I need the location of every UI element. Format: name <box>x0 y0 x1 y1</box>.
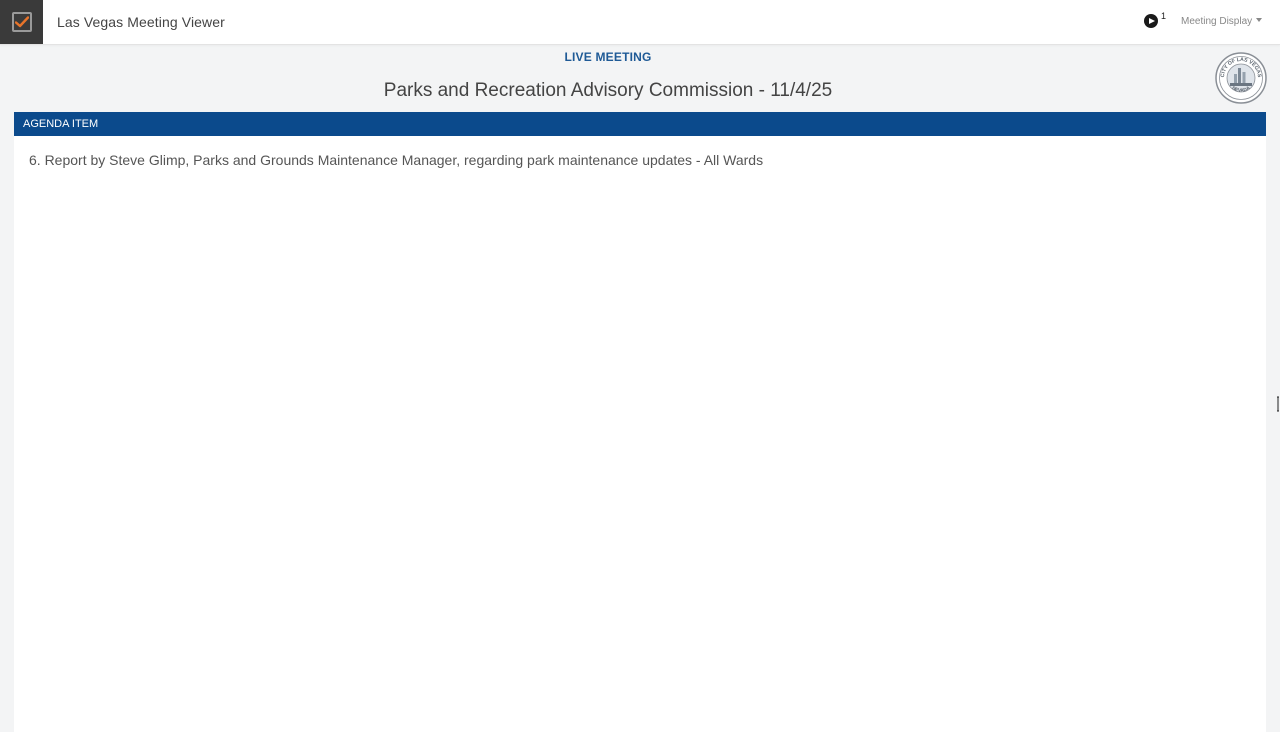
agenda-item-text: 6. Report by Steve Glimp, Parks and Grou… <box>29 152 764 168</box>
top-bar: Las Vegas Meeting Viewer 1 Meeting Displ… <box>0 0 1280 45</box>
caret-down-icon <box>1256 18 1263 23</box>
live-meetings-button[interactable]: 1 <box>1144 11 1170 31</box>
live-meeting-label: LIVE MEETING <box>564 50 652 64</box>
check-box-icon <box>11 12 32 32</box>
meeting-display-label: Meeting Display <box>1181 16 1253 27</box>
app-logo[interactable] <box>0 0 43 44</box>
agenda-item-header: AGENDA ITEM <box>14 112 1266 136</box>
play-circle-icon <box>1144 14 1158 28</box>
app-title: Las Vegas Meeting Viewer <box>57 14 225 30</box>
text-cursor-icon <box>1277 396 1279 412</box>
checkmark-icon <box>14 16 29 28</box>
live-count-badge: 1 <box>1161 11 1167 21</box>
city-seal-logo: CITY OF LAS VEGAS NEVADA <box>1215 52 1267 104</box>
agenda-panel: AGENDA ITEM 6. Report by Steve Glimp, Pa… <box>14 112 1266 732</box>
meeting-display-dropdown[interactable]: Meeting Display <box>1181 16 1263 27</box>
meeting-title: Parks and Recreation Advisory Commission… <box>383 80 833 101</box>
